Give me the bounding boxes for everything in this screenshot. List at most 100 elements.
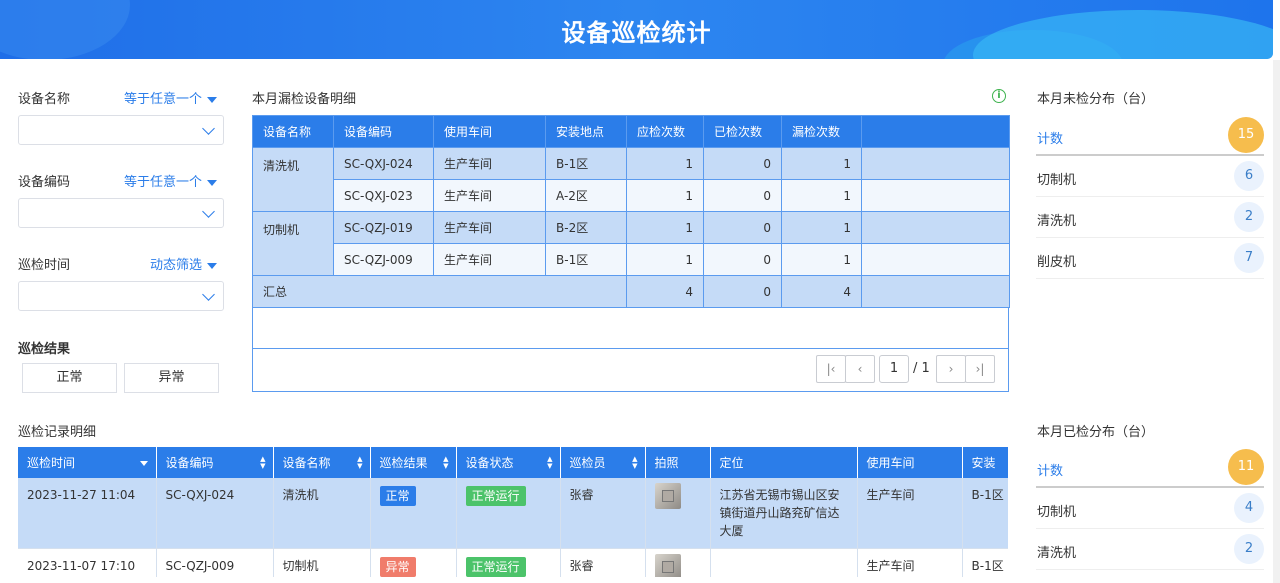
column-header: 漏检次数: [781, 115, 862, 148]
records-table: 巡检时间 设备编码 ▲ ▼ 设备名称 ▲ ▼ 巡检结果 ▲ ▼ 设备状态 ▲ ▼ 巡检员 ▲ ▼ 拍…: [18, 447, 1008, 577]
table-row: SC-QXJ-023 生产车间 A-2区 1 0 1: [253, 179, 1010, 212]
cell-location: B-1区: [545, 243, 627, 276]
device-code-select[interactable]: [18, 198, 224, 228]
cell-location: A-2区: [545, 179, 627, 212]
cell-time: 2023-11-27 11:04: [18, 478, 157, 549]
first-page-button[interactable]: |‹: [816, 355, 846, 383]
cell-device-code: SC-QZJ-019: [333, 211, 434, 244]
column-header-inspector[interactable]: 巡检员 ▲ ▼: [560, 447, 646, 478]
cell-empty: [861, 211, 1010, 244]
count-badge: 15: [1228, 117, 1264, 153]
header-label: 巡检员: [569, 456, 606, 470]
records-table-wrapper[interactable]: 巡检时间 设备编码 ▲ ▼ 设备名称 ▲ ▼ 巡检结果 ▲ ▼ 设备状态 ▲ ▼ 巡检员 ▲ ▼ 拍…: [18, 447, 1008, 577]
filter-mode-label: 动态筛选: [150, 258, 203, 273]
cell-device-code: SC-QXJ-023: [333, 179, 434, 212]
cell-workshop: 生产车间: [433, 211, 546, 244]
photo-thumbnail[interactable]: [654, 554, 681, 577]
column-header-name[interactable]: 设备名称 ▲ ▼: [273, 447, 371, 478]
inspect-time-select[interactable]: [18, 281, 224, 311]
cell-status: 正常运行: [456, 478, 561, 549]
cell-missed: 1: [781, 211, 862, 244]
caret-down-icon: [207, 96, 218, 103]
table-row[interactable]: 2023-11-07 17:10 SC-QZJ-009 切制机 异常 正常运行 …: [18, 548, 1008, 577]
sort-icon: ▲ ▼: [443, 455, 449, 470]
cell-photo: [645, 478, 711, 549]
cell-place: B-1区: [962, 478, 1008, 549]
sort-desc-icon: [139, 461, 148, 466]
sort-icon: ▲ ▼: [260, 455, 266, 470]
device-name-select[interactable]: [18, 115, 224, 145]
info-icon[interactable]: i: [992, 89, 1006, 103]
column-header-empty: [861, 115, 1010, 148]
chevron-down-icon: [202, 205, 215, 218]
page-total: / 1: [913, 361, 930, 376]
cell-inspector: 张睿: [560, 548, 646, 577]
sort-icon: ▲ ▼: [357, 455, 363, 470]
chevron-down-icon: [202, 288, 215, 301]
cell-time: 2023-11-07 17:10: [18, 548, 157, 577]
item-label: 清洗机: [1037, 546, 1077, 561]
cell-name: 切制机: [273, 548, 371, 577]
header-label: 设备名称: [282, 456, 331, 470]
list-item[interactable]: 清洗机 2: [1036, 529, 1264, 570]
list-item[interactable]: 削皮机 7: [1036, 238, 1264, 279]
page-scrollbar[interactable]: [1273, 60, 1280, 583]
cell-location: [710, 548, 858, 577]
list-item[interactable]: 切制机 4: [1036, 488, 1264, 529]
cell-workshop: 生产车间: [857, 478, 963, 549]
table-row[interactable]: 2023-11-27 11:04 SC-QXJ-024 清洗机 正常 正常运行 …: [18, 478, 1008, 549]
table-header-row: 设备名称 设备编码 使用车间 安装地点 应检次数 已检次数 漏检次数: [252, 115, 1010, 148]
item-badge: 2: [1234, 534, 1264, 564]
cell-done: 0: [703, 243, 782, 276]
cell-photo: [645, 548, 711, 577]
filter-mode-device-name[interactable]: 等于任意一个: [124, 88, 218, 107]
photo-thumbnail[interactable]: [654, 483, 681, 509]
unchecked-dist-list: 计数 15 切制机 6 清洗机 2 削皮机 7: [1036, 115, 1264, 279]
cell-workshop: 生产车间: [857, 548, 963, 577]
caret-down-icon: [207, 179, 218, 186]
cell-empty: [861, 147, 1010, 180]
column-header-workshop: 使用车间: [857, 447, 963, 478]
status-tag: 正常运行: [465, 557, 526, 577]
column-header-code[interactable]: 设备编码 ▲ ▼: [156, 447, 274, 478]
cell-empty: [861, 179, 1010, 212]
result-normal-button[interactable]: 正常: [22, 363, 117, 393]
list-item[interactable]: 清洗机 2: [1036, 197, 1264, 238]
table-row: 清洗机 SC-QXJ-024 生产车间 B-1区 1 0 1: [252, 147, 1010, 212]
missed-table-footer: |‹ ‹ 1 / 1 › ›|: [252, 308, 1009, 392]
list-item[interactable]: 切制机 6: [1036, 156, 1264, 197]
cell-done: 0: [703, 211, 782, 244]
next-page-button[interactable]: ›: [936, 355, 966, 383]
column-header-result[interactable]: 巡检结果 ▲ ▼: [370, 447, 457, 478]
cell-empty: [861, 243, 1010, 276]
filter-mode-inspect-time[interactable]: 动态筛选: [150, 254, 218, 273]
missed-table-title: 本月漏检设备明细: [252, 92, 357, 107]
missed-table: 设备名称 设备编码 使用车间 安装地点 应检次数 已检次数 漏检次数 清洗机 S…: [252, 115, 1010, 308]
item-label: 清洗机: [1037, 214, 1077, 229]
checked-dist-title: 本月已检分布（台）: [1037, 425, 1155, 440]
list-item-count: 计数 15: [1036, 115, 1264, 156]
cell-code: SC-QXJ-024: [156, 478, 274, 549]
cell-total-done: 0: [703, 275, 782, 308]
column-header-status[interactable]: 设备状态 ▲ ▼: [456, 447, 561, 478]
last-page-button[interactable]: ›|: [965, 355, 995, 383]
column-header: 安装地点: [545, 115, 627, 148]
column-header-location: 定位: [710, 447, 858, 478]
page-number-input[interactable]: 1: [879, 355, 909, 383]
column-header-time[interactable]: 巡检时间: [18, 447, 157, 478]
cell-due: 1: [626, 243, 704, 276]
result-abnormal-button[interactable]: 异常: [124, 363, 219, 393]
header-label: 巡检时间: [27, 456, 76, 470]
caret-down-icon: [207, 262, 218, 269]
filter-mode-device-code[interactable]: 等于任意一个: [124, 171, 218, 190]
cell-result: 异常: [370, 548, 457, 577]
cell-result: 正常: [370, 478, 457, 549]
list-item-count: 计数 11: [1036, 447, 1264, 488]
cell-code: SC-QZJ-009: [156, 548, 274, 577]
cell-device-name: 切制机: [252, 211, 334, 276]
prev-page-button[interactable]: ‹: [845, 355, 875, 383]
item-badge: 7: [1234, 243, 1264, 273]
filter-label-device-name: 设备名称: [18, 92, 71, 107]
table-row: 切制机 SC-QZJ-019 生产车间 B-2区 1 0 1: [252, 211, 1010, 276]
cell-device-name: 清洗机: [252, 147, 334, 212]
